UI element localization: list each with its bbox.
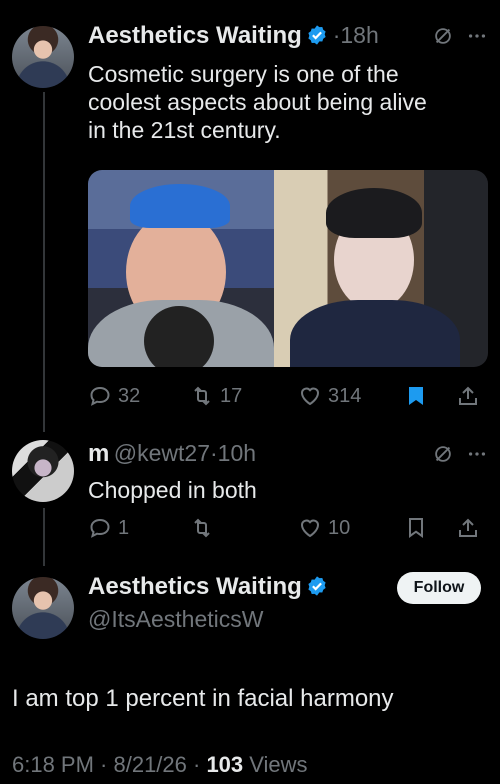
like-icon <box>300 519 320 538</box>
repost-count: 17 <box>220 384 243 407</box>
media-right-frame <box>274 170 488 367</box>
like-action[interactable]: 10 <box>298 516 350 540</box>
grok-icon[interactable] <box>432 443 454 465</box>
verified-badge-icon <box>308 576 326 596</box>
repost-icon <box>194 518 210 538</box>
verified-badge-icon <box>308 25 326 45</box>
like-count: 10 <box>328 516 351 539</box>
author-handle[interactable]: @ItsAestheticsW <box>88 606 263 633</box>
bookmark-icon[interactable] <box>404 384 428 408</box>
thread-line <box>43 508 45 566</box>
tweet-header: Aesthetics Waiting ·18h <box>88 22 379 50</box>
tweet-text: Cosmetic surgery is one of the coolest a… <box>88 61 427 143</box>
reply-icon <box>90 518 110 538</box>
main-tweet-header: Aesthetics Waiting <box>88 573 328 601</box>
tweet-meta: 6:18 PM · 8/21/26 · 103 Views <box>12 752 308 778</box>
handle-timestamp[interactable]: @kewt27·10h <box>114 440 256 466</box>
thread-line <box>43 92 45 432</box>
more-icon[interactable] <box>466 443 488 465</box>
author-name[interactable]: Aesthetics Waiting <box>88 22 302 49</box>
time-date[interactable]: 6:18 PM · 8/21/26 · <box>12 752 206 777</box>
share-icon[interactable] <box>456 384 480 408</box>
reply-icon <box>90 386 110 406</box>
views-label: Views <box>243 752 308 777</box>
reply-text: Chopped in both <box>88 477 257 503</box>
author-name[interactable]: Aesthetics Waiting <box>88 573 302 600</box>
grok-icon[interactable] <box>432 25 454 47</box>
like-action[interactable]: 314 <box>298 384 361 408</box>
like-icon <box>300 387 320 406</box>
avatar[interactable] <box>12 26 74 88</box>
main-tweet-text: I am top 1 percent in facial harmony <box>12 685 394 712</box>
author-name[interactable]: m <box>88 440 109 467</box>
like-count: 314 <box>328 384 362 407</box>
reply-header: m @kewt27·10h <box>88 440 256 468</box>
repost-icon <box>194 386 210 406</box>
repost-action[interactable]: 17 <box>190 384 242 408</box>
reply-count: 32 <box>118 384 141 407</box>
more-icon[interactable] <box>466 25 488 47</box>
reply-action[interactable]: 1 <box>88 516 129 540</box>
follow-button[interactable]: Follow <box>397 572 481 604</box>
views-count: 103 <box>206 752 244 777</box>
share-icon[interactable] <box>456 516 480 540</box>
timestamp[interactable]: ·18h <box>333 22 379 48</box>
tweet-media-image[interactable] <box>88 170 488 367</box>
repost-action[interactable] <box>190 516 214 540</box>
reply-count: 1 <box>118 516 130 539</box>
reply-action[interactable]: 32 <box>88 384 140 408</box>
bookmark-icon[interactable] <box>404 516 428 540</box>
media-left-frame <box>88 170 274 367</box>
avatar[interactable] <box>12 440 74 502</box>
avatar[interactable] <box>12 577 74 639</box>
